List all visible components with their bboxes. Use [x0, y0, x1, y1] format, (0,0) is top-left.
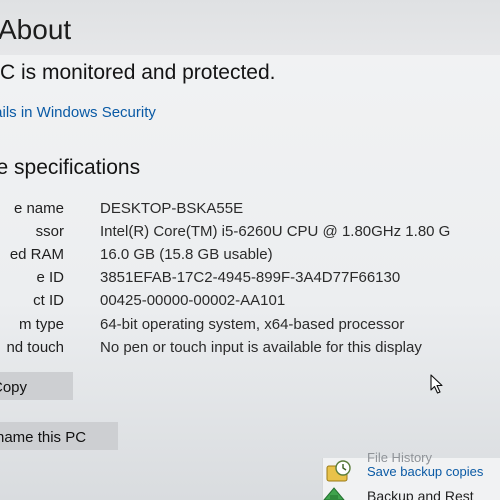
spec-label: nd touch — [6, 339, 64, 356]
spec-value: Intel(R) Core(TM) i5-6260U CPU @ 1.80GHz… — [100, 223, 451, 240]
spec-value: 16.0 GB (15.8 GB usable) — [100, 246, 273, 263]
copy-button-label: Copy — [0, 379, 28, 396]
settings-window: About PC is monitored and protected. tai… — [0, 0, 500, 500]
backup-and-restore-link[interactable]: Backup and Rest — [367, 488, 474, 500]
backup-restore-icon — [323, 487, 345, 500]
spec-value: No pen or touch input is available for t… — [100, 339, 422, 356]
page-title: About — [0, 14, 72, 45]
spec-row-device-id: e ID 3851EFAB-17C2-4945-899F-3A4D77F6613… — [0, 269, 500, 291]
spec-row-pen-and-touch: nd touch No pen or touch input is availa… — [0, 339, 500, 361]
spec-row-product-id: ct ID 00425-00000-00002-AA101 — [0, 292, 500, 314]
security-status-text: PC is monitored and protected. — [0, 61, 276, 84]
spec-label: e name — [13, 200, 64, 217]
title-band — [0, 0, 500, 55]
spec-value: 64-bit operating system, x64-based proce… — [100, 316, 405, 333]
windows-security-link[interactable]: tails in Windows Security — [0, 104, 156, 121]
device-specifications-heading: ce specifications — [0, 156, 141, 179]
spec-value: 00425-00000-00002-AA101 — [100, 292, 286, 309]
spec-row-system-type: m type 64-bit operating system, x64-base… — [0, 316, 500, 338]
spec-label: ssor — [35, 223, 64, 240]
save-backup-copies-link[interactable]: Save backup copies — [367, 464, 483, 479]
file-history-icon — [326, 460, 351, 482]
spec-row-processor: ssor Intel(R) Core(TM) i5-6260U CPU @ 1.… — [0, 223, 500, 245]
spec-value: 3851EFAB-17C2-4945-899F-3A4D77F66130 — [100, 269, 401, 286]
rename-pc-button-label: name this PC — [0, 429, 87, 446]
spec-label: ed RAM — [9, 246, 64, 263]
spec-label: m type — [18, 316, 64, 333]
spec-row-device-name: e name DESKTOP-BSKA55E — [0, 200, 500, 222]
rename-pc-button[interactable]: name this PC — [0, 422, 118, 450]
spec-label: ct ID — [33, 292, 64, 309]
mouse-pointer-icon — [430, 374, 443, 394]
spec-row-installed-ram: ed RAM 16.0 GB (15.8 GB usable) — [0, 246, 500, 268]
spec-value: DESKTOP-BSKA55E — [100, 200, 244, 217]
copy-button[interactable]: Copy — [0, 372, 73, 400]
file-history-title: File History — [367, 450, 433, 465]
spec-label: e ID — [36, 269, 64, 286]
